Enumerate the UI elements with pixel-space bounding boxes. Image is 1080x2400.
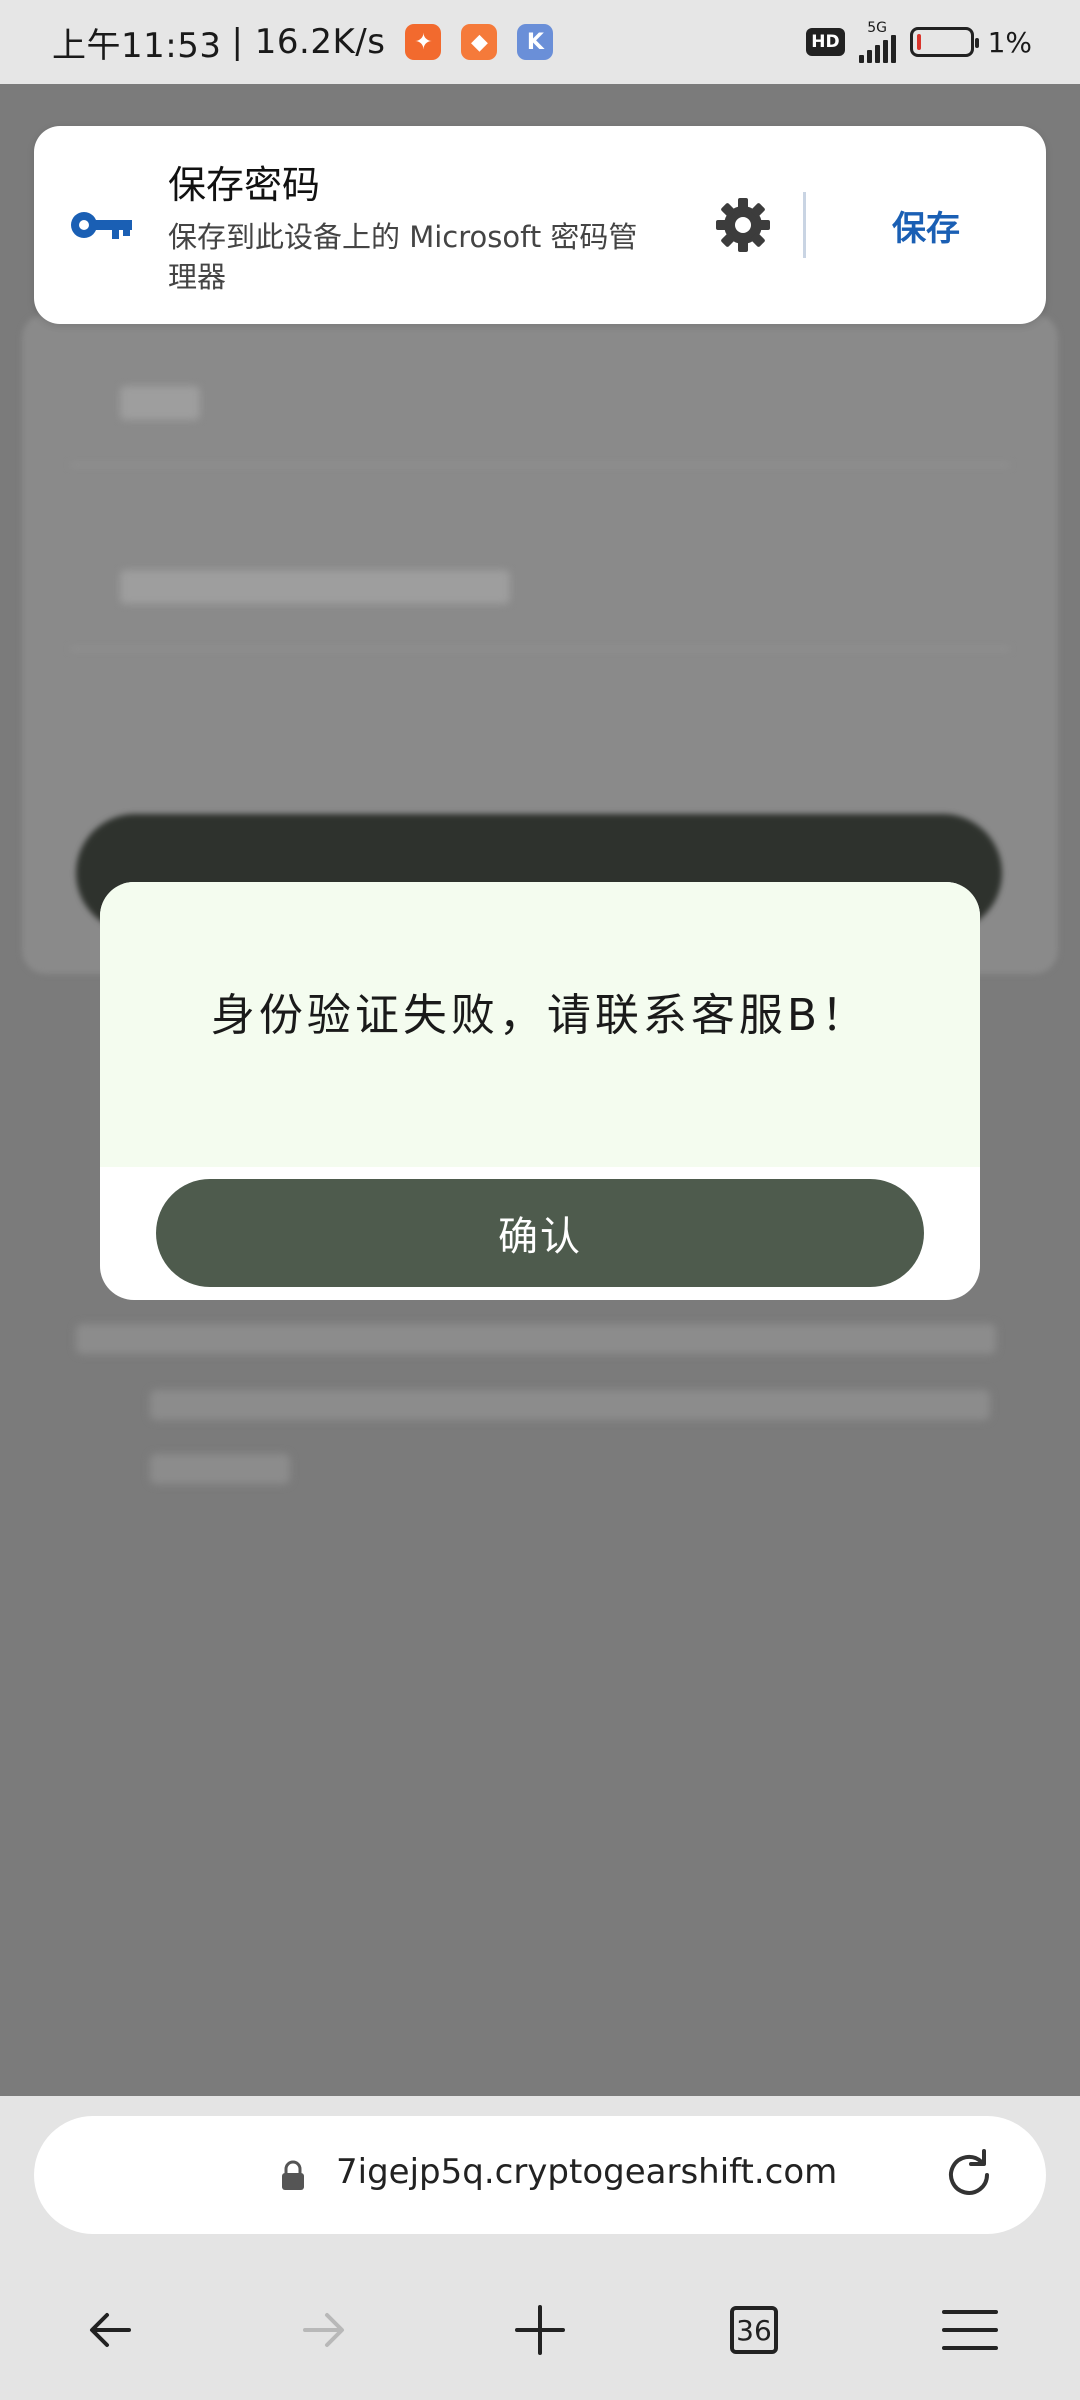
gear-icon[interactable] bbox=[713, 195, 773, 255]
background-text-line bbox=[150, 1454, 290, 1484]
back-button[interactable] bbox=[72, 2292, 148, 2368]
tab-count: 36 bbox=[730, 2306, 778, 2354]
battery-icon bbox=[909, 27, 979, 57]
save-password-divider bbox=[803, 192, 806, 258]
background-field bbox=[70, 530, 1010, 650]
network-type: 5G bbox=[858, 21, 896, 63]
plus-icon bbox=[515, 2305, 565, 2355]
lock-icon bbox=[282, 2160, 304, 2190]
key-icon bbox=[71, 212, 132, 239]
browser-nav-row: 36 bbox=[0, 2292, 1080, 2368]
background-text-line bbox=[150, 1390, 990, 1420]
shopping-notification-icon: ◆ bbox=[461, 24, 498, 60]
reload-icon[interactable] bbox=[940, 2146, 998, 2204]
status-network-speed: | 16.2K/s bbox=[231, 22, 386, 62]
status-time: 上午11:53 bbox=[52, 25, 222, 66]
dialog-message: 身份验证失败，请联系客服B！ bbox=[210, 989, 870, 1041]
auth-failed-dialog: 身份验证失败，请联系客服B！ 确认 bbox=[100, 882, 980, 1300]
background-field bbox=[70, 346, 1010, 466]
address-bar[interactable]: 7igejp5q.cryptogearshift.com bbox=[34, 2116, 1046, 2234]
browser-bottom-bar: 7igejp5q.cryptogearshift.com 36 bbox=[0, 2096, 1080, 2400]
arrow-right-icon bbox=[303, 2313, 344, 2347]
save-password-title: 保存密码 bbox=[168, 162, 321, 207]
save-password-button[interactable]: 保存 bbox=[846, 201, 1006, 250]
url-text[interactable]: 7igejp5q.cryptogearshift.com bbox=[336, 2152, 837, 2192]
dialog-message-area: 身份验证失败，请联系客服B！ bbox=[100, 882, 980, 1167]
arrow-left-icon bbox=[90, 2313, 131, 2347]
signal-icon bbox=[858, 35, 896, 63]
forward-button[interactable] bbox=[286, 2292, 362, 2368]
background-text-line bbox=[76, 1324, 996, 1354]
k-app-notification-icon: K bbox=[517, 24, 554, 60]
save-password-subtitle: 保存到此设备上的 Microsoft 密码管理器 bbox=[168, 219, 638, 294]
app-notification-icon: ✦ bbox=[405, 24, 442, 60]
save-password-card: 保存密码 保存到此设备上的 Microsoft 密码管理器 保存 bbox=[34, 126, 1046, 324]
confirm-button[interactable]: 确认 bbox=[156, 1179, 924, 1287]
new-tab-button[interactable] bbox=[502, 2292, 578, 2368]
status-bar: 上午11:53 | 16.2K/s ✦ ◆ K HD 5G 1% bbox=[0, 0, 1080, 84]
tabs-button[interactable]: 36 bbox=[716, 2292, 792, 2368]
hamburger-menu-icon bbox=[942, 2310, 998, 2350]
menu-button[interactable] bbox=[932, 2292, 1008, 2368]
hd-badge: HD bbox=[806, 28, 845, 56]
battery-percent: 1% bbox=[987, 25, 1032, 59]
